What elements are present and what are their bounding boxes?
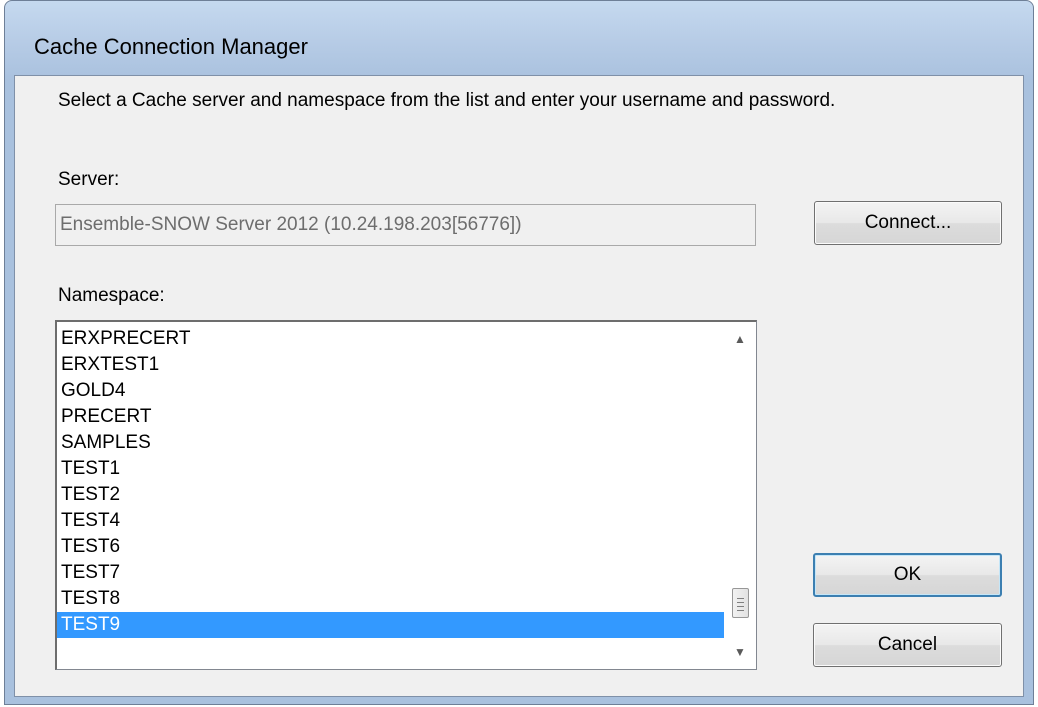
connect-button[interactable]: Connect... [814, 201, 1002, 245]
namespace-list-item[interactable]: PRECERT [57, 404, 725, 430]
namespace-list-item[interactable]: TEST9 [57, 612, 725, 638]
connect-button-label: Connect... [864, 212, 952, 233]
cancel-button[interactable]: Cancel [813, 623, 1002, 667]
scroll-down-arrow-icon[interactable]: ▼ [724, 637, 756, 667]
scrollbar-grip-icon [737, 606, 744, 607]
namespace-list-item[interactable]: ERXPRECERT [57, 326, 725, 352]
namespace-scrollbar[interactable]: ▲ ▼ [724, 322, 756, 669]
cache-connection-manager-window: Cache Connection Manager Select a Cache … [4, 0, 1034, 705]
server-field: Ensemble-SNOW Server 2012 (10.24.198.203… [55, 204, 756, 246]
namespace-list-item[interactable]: TEST7 [57, 560, 725, 586]
namespace-list-item[interactable]: TEST8 [57, 586, 725, 612]
namespace-list-item[interactable]: SAMPLES [57, 430, 725, 456]
scrollbar-grip-icon [737, 610, 744, 611]
ok-button[interactable]: OK [813, 553, 1002, 597]
namespace-list-item[interactable]: TEST2 [57, 482, 725, 508]
namespace-listbox[interactable]: ERXPRECERT ERXTEST1 GOLD4 PRECERT SAMPLES TES… [55, 320, 757, 670]
ok-button-label: OK [893, 564, 922, 585]
namespace-list-item[interactable]: TEST6 [57, 534, 725, 560]
namespace-list-item[interactable]: TEST1 [57, 456, 725, 482]
namespace-list: ERXPRECERT ERXTEST1 GOLD4 PRECERT SAMPLES TES… [57, 326, 725, 638]
namespace-label: Namespace: [58, 285, 165, 306]
scrollbar-grip-icon [737, 598, 744, 599]
instructions-text: Select a Cache server and namespace from… [58, 90, 836, 111]
namespace-list-item[interactable]: TEST4 [57, 508, 725, 534]
window-title: Cache Connection Manager [34, 34, 308, 59]
scrollbar-thumb[interactable] [732, 588, 749, 618]
namespace-list-item[interactable]: ERXTEST1 [57, 352, 725, 378]
cancel-button-label: Cancel [877, 634, 938, 655]
scroll-up-arrow-icon[interactable]: ▲ [724, 324, 756, 354]
namespace-list-item[interactable]: GOLD4 [57, 378, 725, 404]
server-label: Server: [58, 169, 120, 190]
dialog-body: Select a Cache server and namespace from… [14, 75, 1024, 697]
scrollbar-grip-icon [737, 602, 744, 603]
